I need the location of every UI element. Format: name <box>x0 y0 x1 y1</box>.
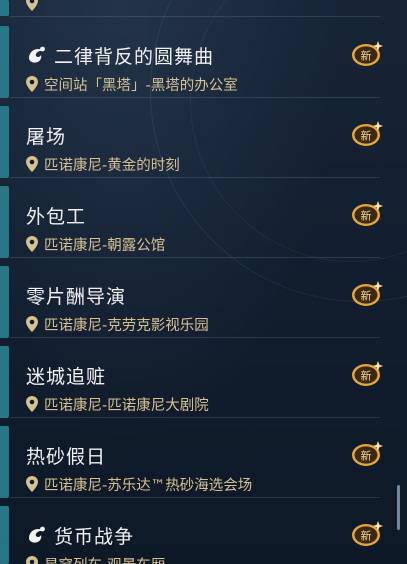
new-badge-icon: 新 <box>352 201 383 226</box>
category-rail <box>0 506 9 564</box>
quest-item[interactable]: 迷城追赃 匹诺康尼-匹诺康尼大剧院 新 <box>10 338 383 418</box>
location-pin-icon <box>26 156 38 172</box>
badge-label: 新 <box>361 209 372 223</box>
mission-icon <box>29 46 45 63</box>
quest-item[interactable]: 零片酬导演 匹诺康尼-克劳克影视乐园 新 <box>10 258 383 338</box>
new-badge-icon: 新 <box>352 361 383 386</box>
category-rail <box>0 0 9 16</box>
category-rail <box>0 106 9 178</box>
new-badge-icon: 新 <box>352 521 383 546</box>
category-rail <box>0 26 9 98</box>
quest-location-row <box>26 0 44 12</box>
quest-list-panel: 二律背反的圆舞曲 空间站「黑塔」-黑塔的办公室 新 屠场 匹诺康尼-黄金的时刻 … <box>0 0 407 564</box>
category-rail <box>0 426 9 498</box>
location-pin-icon <box>26 556 38 564</box>
category-rail <box>0 186 9 258</box>
quest-location: 匹诺康尼-苏乐达™热砂海选会场 <box>44 477 253 494</box>
badge-label: 新 <box>361 529 372 543</box>
location-pin-icon <box>26 0 38 11</box>
new-badge-icon: 新 <box>352 441 383 466</box>
location-pin-icon <box>26 396 38 412</box>
quest-item[interactable]: 货币战争 星穹列车-观景车厢 新 <box>10 498 383 564</box>
quest-location: 匹诺康尼-朝露公馆 <box>44 237 166 254</box>
quest-item[interactable]: 屠场 匹诺康尼-黄金的时刻 新 <box>10 98 383 178</box>
quest-item[interactable]: 二律背反的圆舞曲 空间站「黑塔」-黑塔的办公室 新 <box>10 18 383 98</box>
badge-label: 新 <box>361 129 372 143</box>
new-badge-icon: 新 <box>352 121 383 146</box>
quest-title: 热砂假日 <box>26 445 107 468</box>
quest-title: 货币战争 <box>54 525 135 548</box>
quest-location: 空间站「黑塔」-黑塔的办公室 <box>44 77 238 94</box>
category-rail <box>0 266 9 338</box>
badge-label: 新 <box>361 289 372 303</box>
badge-label: 新 <box>361 449 372 463</box>
quest-title: 屠场 <box>26 125 67 148</box>
mission-icon <box>29 526 45 543</box>
quest-location: 匹诺康尼-克劳克影视乐园 <box>44 317 209 334</box>
badge-label: 新 <box>361 369 372 383</box>
quest-location: 匹诺康尼-黄金的时刻 <box>44 157 180 174</box>
quest-item[interactable] <box>10 0 380 17</box>
location-pin-icon <box>26 316 38 332</box>
location-pin-icon <box>26 476 38 492</box>
category-rail <box>0 346 9 418</box>
quest-title: 迷城追赃 <box>26 365 107 388</box>
quest-item[interactable]: 外包工 匹诺康尼-朝露公馆 新 <box>10 178 383 258</box>
quest-title: 二律背反的圆舞曲 <box>54 45 215 68</box>
location-pin-icon <box>26 236 38 252</box>
quest-location: 星穹列车-观景车厢 <box>44 554 165 564</box>
new-badge-icon: 新 <box>352 41 383 66</box>
quest-title: 零片酬导演 <box>26 285 127 308</box>
location-pin-icon <box>26 76 38 92</box>
quest-location: 匹诺康尼-匹诺康尼大剧院 <box>44 397 209 414</box>
scrollbar-thumb[interactable] <box>397 485 400 530</box>
badge-label: 新 <box>361 49 372 63</box>
quest-item[interactable]: 热砂假日 匹诺康尼-苏乐达™热砂海选会场 新 <box>10 418 383 498</box>
new-badge-icon: 新 <box>352 281 383 306</box>
quest-title: 外包工 <box>26 205 87 228</box>
